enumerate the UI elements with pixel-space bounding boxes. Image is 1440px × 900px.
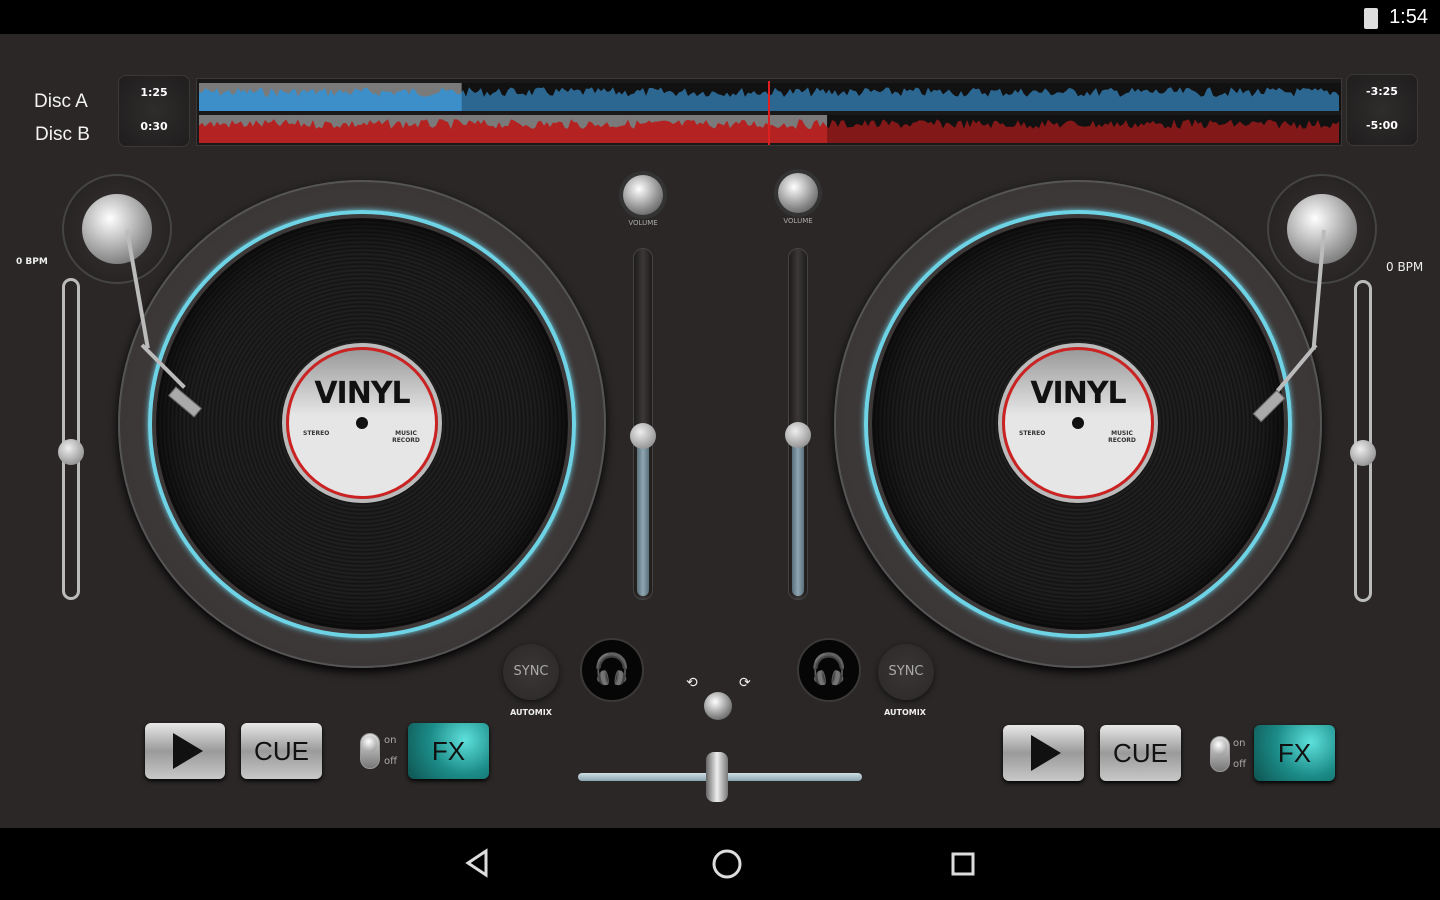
right-play-button[interactable]: [1003, 725, 1084, 781]
loop-right-icon[interactable]: ⟳: [739, 675, 751, 691]
clock: 1:54: [1389, 6, 1428, 28]
left-sync-button[interactable]: SYNC: [503, 644, 559, 700]
record-stereo-text: STEREO: [303, 430, 330, 437]
left-volume-label: VOLUME: [628, 219, 658, 227]
right-automix-label[interactable]: AUTOMIX: [875, 708, 935, 717]
right-pitch-thumb[interactable]: [1350, 440, 1376, 466]
record-stereo-text: STEREO: [1019, 430, 1046, 437]
right-volume-thumb[interactable]: [785, 422, 811, 448]
left-volume-knob[interactable]: [623, 175, 663, 215]
back-icon[interactable]: [464, 848, 492, 878]
record-music-text: MUSIC RECORD: [392, 430, 420, 444]
record-title: VINYL: [1030, 376, 1126, 411]
record-title: VINYL: [314, 376, 410, 411]
disc-a-waveform-unplayed-shade: [461, 83, 1341, 111]
left-tonearm-base: [62, 174, 172, 284]
left-cue-button[interactable]: CUE: [241, 723, 322, 779]
headphones-icon: 🎧: [810, 652, 848, 687]
left-fx-toggle[interactable]: [360, 733, 380, 769]
loop-left-icon[interactable]: ⟲: [686, 675, 698, 691]
spindle-hole: [1072, 417, 1084, 429]
left-play-button[interactable]: [145, 723, 225, 779]
right-record-label: VINYL STEREO MUSIC RECORD: [998, 343, 1158, 503]
left-toggle-off: off: [384, 756, 398, 767]
left-pitch-thumb[interactable]: [58, 439, 84, 465]
disc-b-waveform-unplayed-shade: [827, 115, 1341, 143]
home-icon[interactable]: [711, 848, 743, 880]
right-bpm: 0 BPM: [1386, 260, 1424, 274]
disc-a-label: Disc A: [34, 91, 88, 112]
disc-b-label: Disc B: [35, 124, 90, 145]
left-volume-thumb[interactable]: [630, 423, 656, 449]
disc-b-remaining: -5:00: [1366, 119, 1398, 132]
record-music-text: MUSIC RECORD: [1108, 430, 1136, 444]
right-headphones-button[interactable]: 🎧: [797, 638, 861, 702]
right-volume-knob[interactable]: [778, 173, 818, 213]
play-icon: [173, 733, 203, 769]
status-bar: 1:54: [0, 0, 1440, 34]
headphones-icon: 🎧: [593, 652, 631, 687]
crossfader-thumb[interactable]: [706, 752, 728, 802]
left-record-label: VINYL STEREO MUSIC RECORD: [282, 343, 442, 503]
spindle-hole: [356, 417, 368, 429]
left-bpm: 0 BPM: [16, 257, 48, 267]
right-fx-toggle[interactable]: [1210, 736, 1230, 772]
disc-a-remaining: -3:25: [1366, 85, 1398, 98]
effect-knob[interactable]: [704, 692, 732, 720]
right-volume-label: VOLUME: [783, 217, 813, 225]
waveform-display[interactable]: [196, 78, 1342, 146]
right-cue-button[interactable]: CUE: [1100, 725, 1181, 781]
play-icon: [1031, 735, 1061, 771]
right-toggle-off: off: [1233, 759, 1247, 770]
left-toggle-on: on: [384, 735, 397, 746]
right-sync-button[interactable]: SYNC: [878, 644, 934, 700]
recents-icon[interactable]: [951, 852, 975, 876]
elapsed-time-box: 1:25 0:30: [118, 75, 190, 147]
right-fx-button[interactable]: FX: [1254, 725, 1335, 781]
left-headphones-button[interactable]: 🎧: [580, 638, 644, 702]
battery-charging-icon: [1364, 8, 1378, 29]
disc-b-elapsed: 0:30: [140, 120, 168, 133]
left-fx-button[interactable]: FX: [408, 723, 489, 779]
right-toggle-on: on: [1233, 738, 1246, 749]
navigation-bar: [0, 828, 1440, 900]
remaining-time-box: -3:25 -5:00: [1346, 74, 1418, 146]
disc-a-elapsed: 1:25: [140, 86, 168, 99]
left-automix-label[interactable]: AUTOMIX: [501, 708, 561, 717]
